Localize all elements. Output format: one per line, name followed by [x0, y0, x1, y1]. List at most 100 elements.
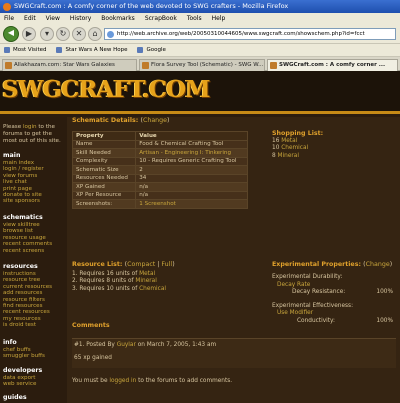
list-item: 3. Requires 10 units of Chemical [72, 285, 167, 292]
stop-button[interactable]: ✕ [72, 27, 86, 41]
use-modifier-link[interactable]: Use Modifier [277, 310, 313, 316]
bookmark-most-visited[interactable]: Most Visited [4, 47, 46, 53]
tab-favicon [270, 62, 277, 69]
list-item: 16 Metal [272, 137, 298, 144]
use-modifier-link-row: Use Modifier [272, 310, 397, 318]
comment-footer: You must be logged in to the forums to a… [72, 378, 233, 384]
sidebar-section-guides: guides [3, 394, 27, 402]
tab-flora-survey[interactable]: Flora Survey Tool (Schematic) - SWG W... [139, 59, 265, 71]
sidebar-item[interactable]: recent screens [3, 248, 52, 254]
tab-allakhazam[interactable]: Allakhazam.com: Star Wars Galaxies [2, 59, 137, 71]
menu-help[interactable]: Help [212, 15, 226, 22]
resource-link[interactable]: Mineral [278, 153, 299, 159]
section-title: resources [3, 263, 38, 270]
resource-link[interactable]: Metal [281, 138, 297, 144]
property-cell: Schematic Size [71, 165, 137, 175]
back-button[interactable]: ◀ [3, 26, 19, 42]
shopping-heading: Shopping List: [272, 130, 324, 137]
table-row: Schematic Size 2 [71, 165, 248, 175]
property-cell: XP Per Resource [71, 190, 137, 200]
tab-favicon [142, 62, 149, 69]
sidebar-section-developers: developers data export web service [3, 367, 42, 388]
sidebar-item[interactable]: recent comments [3, 241, 52, 247]
reload-button[interactable]: ↻ [56, 27, 70, 41]
author-link[interactable]: Guylar [117, 342, 136, 348]
bookmarks-bar: Most Visited Star Wars A New Hope Google [0, 44, 400, 57]
value-cell: 2 [135, 165, 248, 175]
property-cell: Screenshots: [71, 199, 137, 209]
experimental-properties: Experimental Properties: (Change) Experi… [272, 261, 397, 325]
decay-rate-link[interactable]: Decay Rate [277, 282, 310, 288]
value-cell: n/a [135, 182, 248, 192]
sidebar-section-info: info chef buffs smuggler buffs [3, 339, 45, 360]
table-row: Skill Needed Artisan - Engineering I: Tin… [71, 148, 248, 158]
screenshot-link[interactable]: 1 Screenshot [139, 201, 176, 207]
url-bar[interactable]: http://web.archive.org/web/2005031004460… [104, 28, 396, 40]
value-cell: Food & Chemical Crafting Tool [135, 139, 248, 149]
site-logo[interactable]: SWGCRAFT.COM [2, 76, 211, 103]
sidebar-item[interactable]: smuggler buffs [3, 353, 45, 359]
bookmark-google[interactable]: Google [137, 47, 166, 53]
section-title: developers [3, 367, 43, 374]
property-cell: Complexity [71, 156, 137, 166]
list-item: 10 Chemical [272, 145, 309, 151]
comments-section: Comments #1. Posted By Guylar on March 7… [72, 322, 396, 384]
menu-file[interactable]: File [4, 15, 14, 22]
schematic-table: Property Value Name Food & Chemical Craft… [71, 131, 248, 209]
menu-history[interactable]: History [70, 15, 91, 22]
menu-view[interactable]: View [46, 15, 60, 22]
shopping-list: Shopping List: 16 Metal 10 Chemical 8 Mi… [272, 130, 323, 160]
table-header-row: Property Value [71, 131, 248, 141]
resource-link[interactable]: Chemical [139, 286, 166, 292]
property-cell: Resources Needed [71, 173, 137, 183]
section-title: schematics [3, 214, 43, 221]
sidebar-item[interactable]: web service [3, 381, 42, 387]
table-row: Name Food & Chemical Crafting Tool [71, 139, 248, 149]
column-header: Value [135, 131, 248, 141]
sidebar-item[interactable]: is droid test [3, 322, 52, 328]
skill-link[interactable]: Artisan - Engineering I: Tinkering [139, 150, 231, 156]
window-title: SWGCraft.com : A comfy corner of the web… [14, 2, 289, 10]
list-item: 2. Requires 8 units of Mineral [72, 278, 157, 285]
value-cell: 34 [135, 173, 248, 183]
login-link[interactable]: login [23, 124, 37, 130]
navigation-toolbar: ◀ ▶ ▾ ↻ ✕ ⌂ http://web.archive.org/web/2… [0, 24, 400, 44]
menu-scrapbook[interactable]: ScrapBook [145, 15, 177, 22]
comment-box: #1. Posted By Guylar on March 7, 2005, 1… [72, 338, 396, 368]
home-button[interactable]: ⌂ [88, 27, 102, 41]
resource-link[interactable]: Chemical [281, 145, 308, 151]
tab-swgcraft[interactable]: SWGCraft.com : A comfy corner ... [267, 59, 398, 71]
logged-in-link[interactable]: logged in [109, 378, 136, 384]
firefox-icon [3, 3, 11, 11]
property-cell: XP Gained [71, 182, 137, 192]
comment-meta: #1. Posted By Guylar on March 7, 2005, 1… [74, 342, 217, 348]
section-title: info [3, 339, 17, 346]
durability-label: Experimental Durability: [272, 274, 343, 280]
compact-link[interactable]: Compact [127, 261, 155, 268]
menu-tools[interactable]: Tools [187, 15, 202, 22]
sidebar-item[interactable]: recent resources [3, 309, 52, 315]
login-prompt: Please login to the forums to get the mo… [3, 124, 61, 144]
bookmark-star-wars[interactable]: Star Wars A New Hope [56, 47, 127, 53]
dropdown-button[interactable]: ▾ [40, 27, 54, 41]
sidebar-item[interactable]: site sponsors [3, 198, 44, 204]
comment-body: 65 xp gained [74, 355, 112, 361]
experimental-heading: Experimental Properties: (Change) [272, 261, 393, 268]
full-link[interactable]: Full [161, 261, 172, 268]
sidebar-section-resources: resources instructions resource tree cur… [3, 263, 52, 329]
table-row: Resources Needed 34 [71, 173, 248, 183]
change-link[interactable]: Change [143, 117, 167, 124]
menu-bookmarks[interactable]: Bookmarks [101, 15, 135, 22]
bookmark-icon [56, 47, 63, 53]
list-item: 1. Requires 16 units of Metal [72, 271, 156, 277]
resource-link[interactable]: Metal [139, 271, 155, 277]
resource-link[interactable]: Mineral [135, 278, 156, 284]
sidebar-item[interactable]: login / register [3, 166, 44, 172]
decay-resistance-value: 100% [376, 289, 393, 295]
menu-edit[interactable]: Edit [24, 15, 36, 22]
list-item: 8 Mineral [272, 152, 299, 159]
change-link[interactable]: Change [366, 261, 390, 268]
effectiveness-label: Experimental Effectiveness: [272, 302, 354, 309]
forward-button[interactable]: ▶ [22, 27, 36, 41]
resource-list-heading: Resource List: (Compact | Full) [72, 261, 175, 268]
